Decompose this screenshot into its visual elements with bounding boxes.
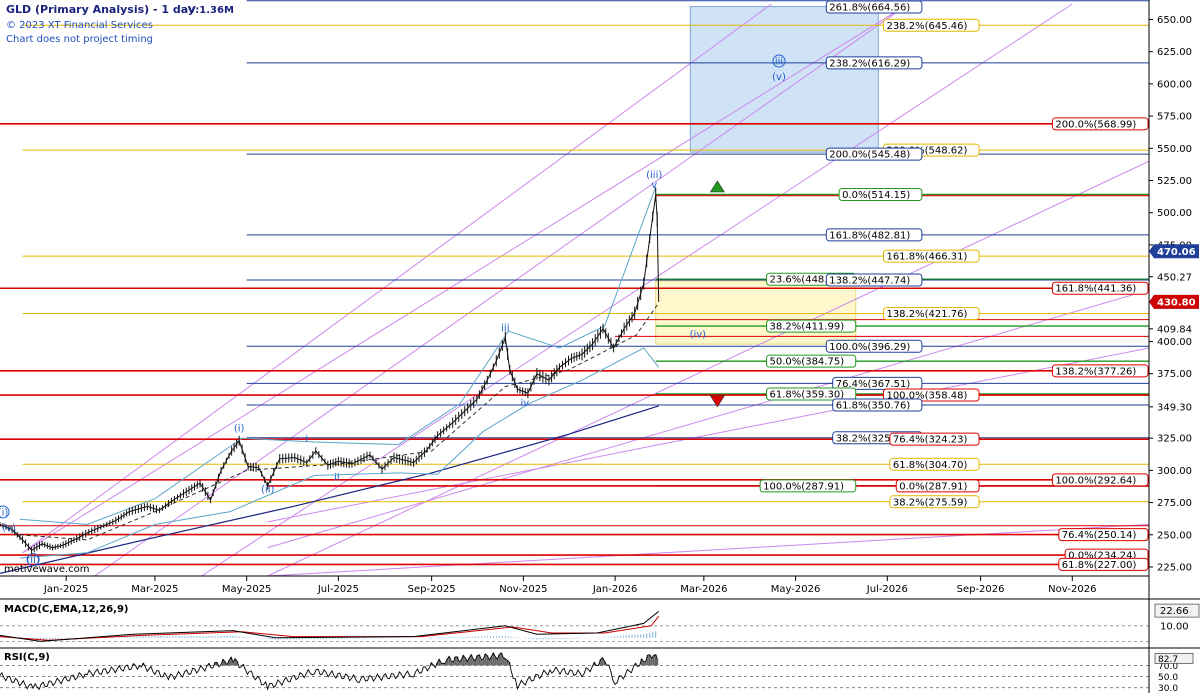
wave-label: (v) [2,523,16,534]
fib-level-label: 61.8%(304.70) [893,460,968,471]
y-axis-tick-label: 550.00 [1157,144,1192,155]
timing-disclaimer: Chart does not project timing [6,34,153,45]
fib-level-label: 76.4%(324.23) [893,435,968,446]
chart-title: GLD (Primary Analysis) - 1 day [6,3,195,16]
x-axis-tick-label: Jan-2026 [592,584,637,595]
gld-chart[interactable]: (i)(v)(ii)(i)(ii)iiiiiiiv(iii)v(iv)iii(v… [0,0,1200,694]
fib-level-label: 200.0%(568.99) [1055,119,1136,130]
wave-label: (ii) [261,484,274,495]
y-axis-tick-label: 325.00 [1157,434,1192,445]
fib-level-label: 61.8%(227.00) [1062,560,1137,571]
rsi-value-label: 82.7 [1158,655,1178,665]
y-axis-tick-label: 500.00 [1157,208,1192,219]
fib-level-label: 138.2%(377.26) [1055,366,1136,377]
watermark: motivewave.com [4,564,90,575]
y-axis-tick-label: 650.00 [1157,15,1192,26]
y-axis-tick-label: 450.27 [1157,272,1192,283]
fib-level-label: 38.2%(411.99) [770,322,845,333]
fib-level-label: 61.8%(350.76) [836,400,911,411]
fib-level-label: 100.0%(287.91) [763,481,844,492]
price-badge-label: 430.80 [1157,297,1196,308]
fib-level-label: 261.8%(664.56) [829,3,910,14]
volume-readout: V:1.36M [188,5,234,16]
fib-level-label: 238.2%(645.46) [886,21,967,32]
fib-level-label: 161.8%(441.36) [1055,284,1136,295]
chart-window: (i)(v)(ii)(i)(ii)iiiiiiiv(iii)v(iv)iii(v… [0,0,1200,694]
y-axis-tick-label: 375.00 [1157,369,1192,380]
macd-value-label: 22.66 [1160,606,1189,617]
fib-level-label: 76.4%(250.14) [1062,530,1137,541]
wave-label: v [651,180,657,191]
fib-level-label: 0.0%(287.91) [899,481,967,492]
fib-level-label: 138.2%(421.76) [886,309,967,320]
x-axis-tick-label: Nov-2026 [1048,584,1096,595]
fib-level-label: 161.8%(482.81) [829,230,910,241]
wave-label: (v) [772,72,786,83]
rsi-title: RSI(C,9) [4,652,50,663]
fib-level-label: 200.0%(545.48) [829,150,910,161]
wave-label: (i) [234,424,245,435]
y-axis-tick-label: 525.00 [1157,176,1192,187]
x-axis-tick-label: Sep-2026 [957,584,1005,595]
fib-level-label: 100.0%(396.29) [829,342,910,353]
x-axis-tick-label: Nov-2025 [499,584,547,595]
y-axis-tick-label: 300.00 [1157,466,1192,477]
retrace-zone-box [655,280,857,345]
fib-level-label: 100.0%(292.64) [1055,475,1136,486]
x-axis-tick-label: Jul-2026 [866,584,908,595]
y-axis-tick-label: 275.00 [1157,498,1192,509]
fib-level-label: 138.2%(447.74) [829,276,910,287]
fib-level-label: 50.0%(384.75) [770,357,845,368]
x-axis-tick-label: Mar-2025 [131,584,178,595]
x-axis-tick-label: May-2026 [771,584,821,595]
x-axis-tick-label: Mar-2026 [680,584,727,595]
wave-label: iii [775,57,783,68]
wave-label: (iv) [690,330,707,341]
copyright-note: © 2023 XT Financial Services [6,20,153,31]
wave-label: (i) [0,507,8,518]
fib-level-label: 38.2%(275.59) [893,497,968,508]
wave-label: iv [521,398,530,409]
y-axis-tick-label: 409.84 [1157,324,1192,335]
fib-level-label: 0.0%(514.15) [842,190,910,201]
x-axis-tick-label: May-2025 [222,584,272,595]
y-axis-tick-label: 575.00 [1157,112,1192,123]
fib-level-label: 161.8%(466.31) [886,252,967,263]
y-axis-tick-label: 400.00 [1157,337,1192,348]
y-axis-tick-label: 600.00 [1157,79,1192,90]
x-axis-tick-label: Jan-2025 [43,584,88,595]
y-axis-tick-label: 349.30 [1157,402,1192,413]
wave-label: iii [501,323,509,334]
rsi-axis-label: 30.0 [1158,684,1178,693]
y-axis-tick-label: 225.00 [1157,562,1192,573]
y-axis-tick-label: 625.00 [1157,47,1192,58]
wave-label: ii [334,473,340,484]
fib-level-label: 238.2%(616.29) [829,58,910,69]
y-axis-tick-label: 250.00 [1157,530,1192,541]
x-axis-tick-label: Jul-2025 [317,584,359,595]
macd-axis-label: 10.00 [1160,621,1189,632]
price-badge-label: 470.06 [1157,247,1196,258]
fib-level-label: 61.8%(359.30) [770,389,845,400]
x-axis-tick-label: Sep-2025 [408,584,456,595]
wave-label: i [305,434,308,445]
rsi-axis-label: 50.0 [1158,673,1178,683]
macd-title: MACD(C,EMA,12,26,9) [4,604,129,615]
